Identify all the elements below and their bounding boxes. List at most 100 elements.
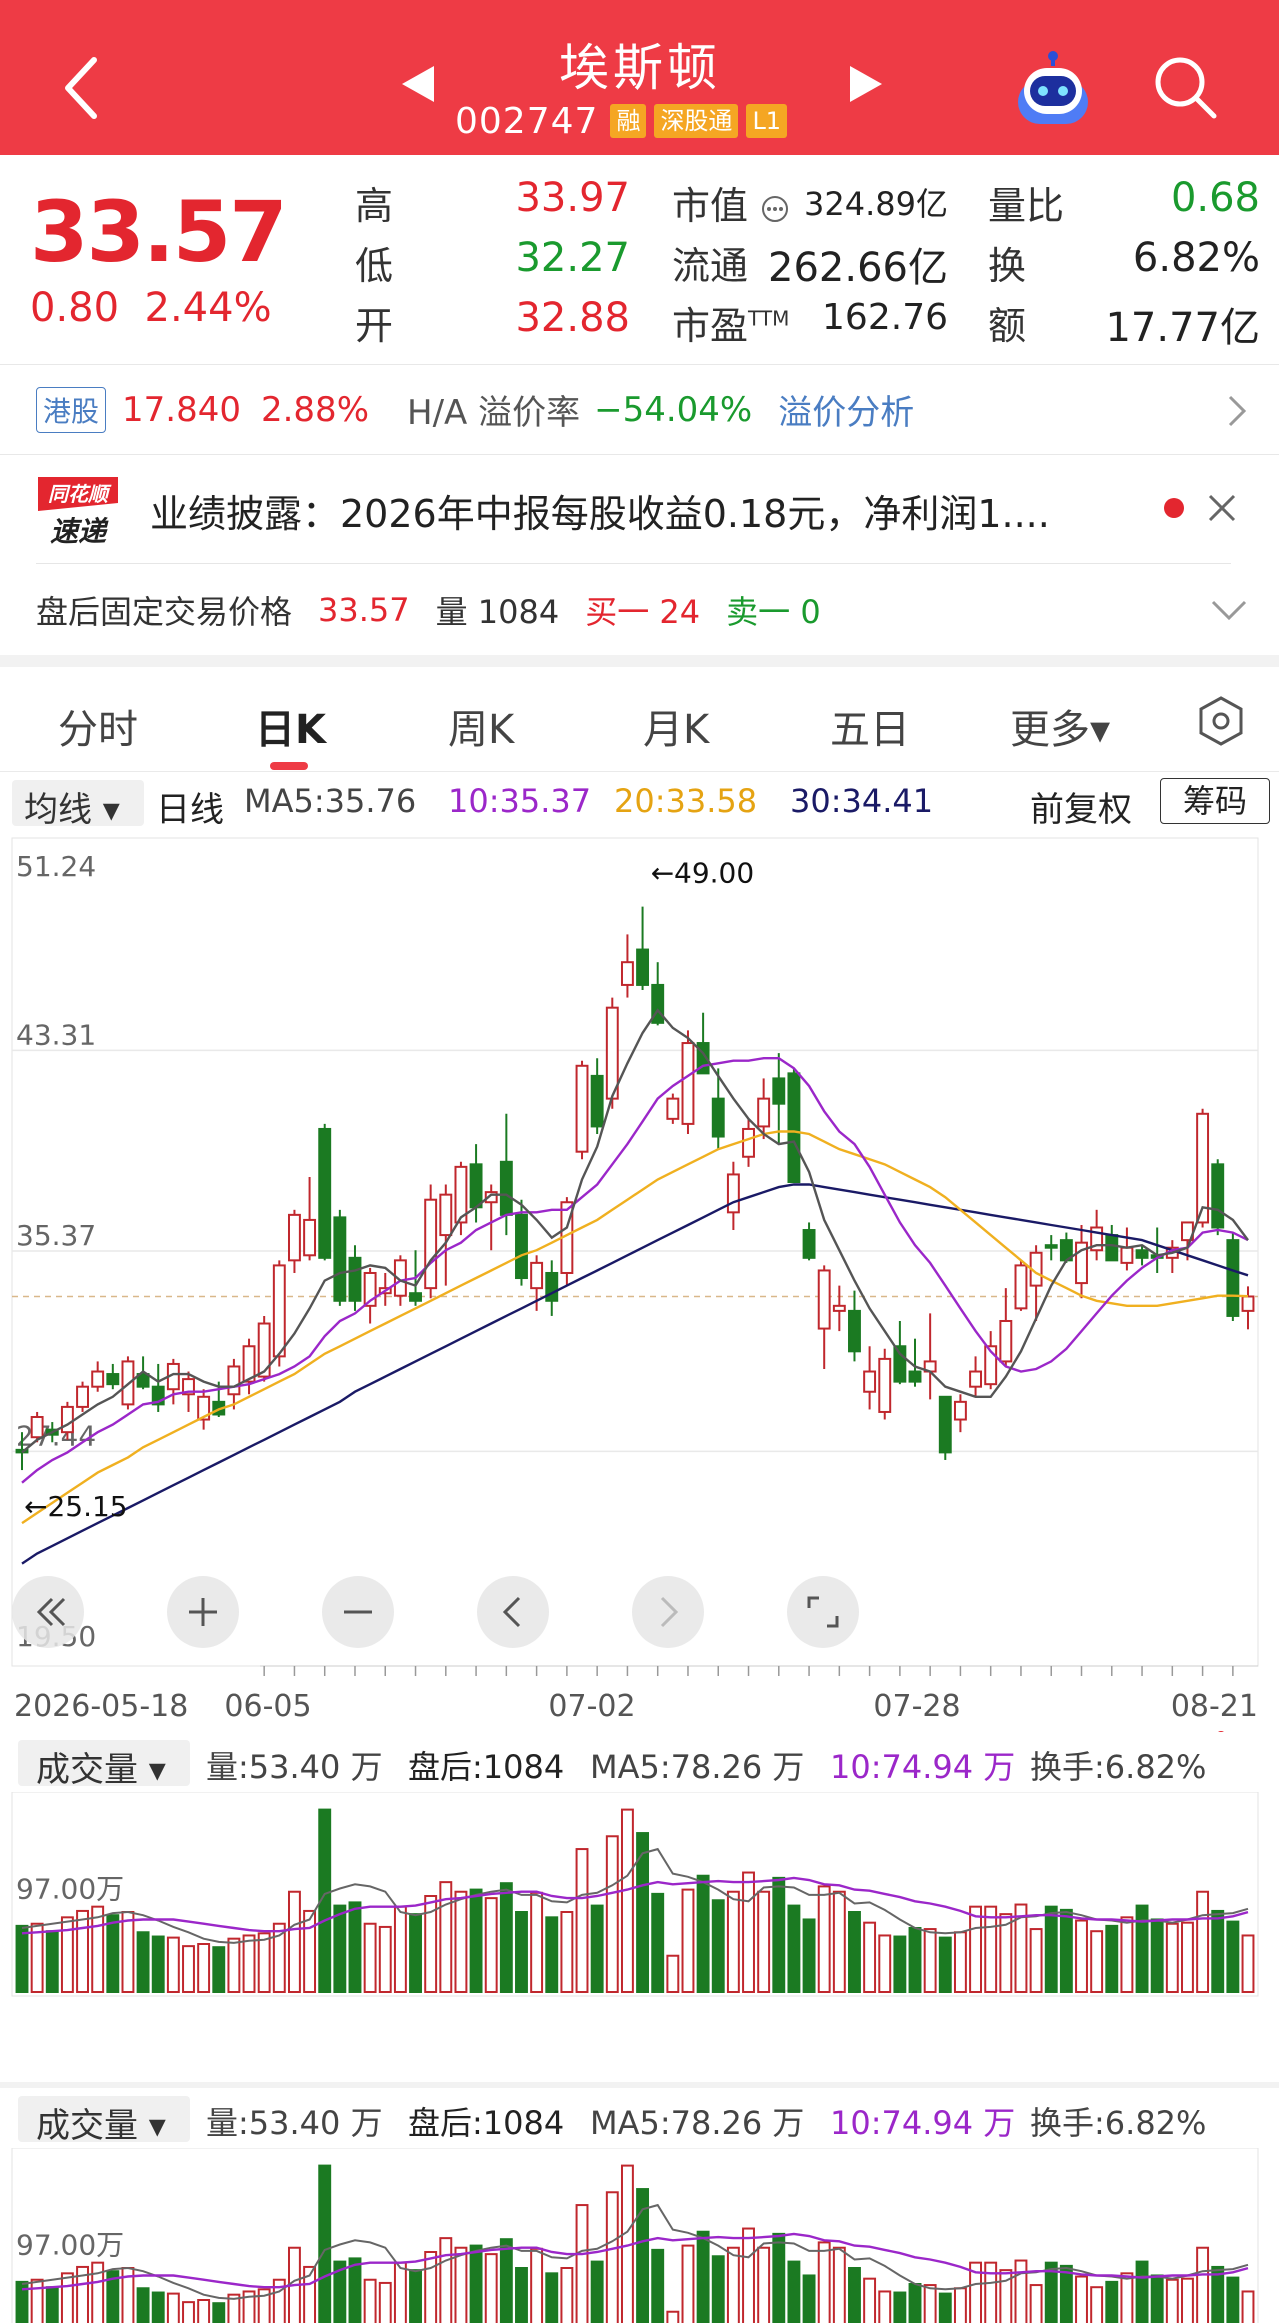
candle[interactable] [666, 1093, 680, 1124]
volume-bar[interactable] [515, 2267, 528, 2323]
volume-bar[interactable] [484, 1897, 498, 1993]
volume-bar[interactable] [938, 1936, 952, 1994]
prev-stock-icon[interactable] [398, 62, 438, 106]
volume-bar[interactable] [832, 2246, 846, 2323]
volume-bar[interactable] [303, 1909, 317, 1993]
volume-bar[interactable] [1029, 2284, 1043, 2323]
volume-bar[interactable] [378, 2281, 392, 2323]
volume-bar[interactable] [590, 1904, 604, 1993]
tab-five-day[interactable]: 五日 [830, 697, 910, 755]
settings-hexagon-icon[interactable] [1195, 695, 1247, 747]
volume-selector-label[interactable]: 成交量 ▾ [36, 2098, 166, 2147]
volume-bar[interactable] [1241, 2290, 1255, 2323]
volume-bar[interactable] [287, 1890, 301, 1993]
candle[interactable] [1014, 1260, 1028, 1311]
volume-bar[interactable] [953, 1931, 967, 1993]
volume-bar[interactable] [953, 2287, 967, 2323]
candle[interactable] [333, 1209, 347, 1306]
volume-bar[interactable] [333, 1904, 347, 1993]
volume-bar[interactable] [212, 2302, 226, 2323]
chevron-down-icon[interactable] [1209, 598, 1249, 622]
news-text[interactable]: 业绩披露：2026年中报每股收益0.18元，净利润1.... [150, 483, 1050, 538]
volume-bar[interactable] [1226, 1920, 1240, 1994]
candle[interactable] [575, 1060, 589, 1160]
volume-bar[interactable] [15, 1924, 29, 1993]
chevron-right-icon[interactable] [1225, 393, 1249, 429]
candle[interactable] [923, 1313, 937, 1400]
candle[interactable] [166, 1358, 180, 1405]
volume-bar[interactable] [484, 2253, 498, 2323]
candle[interactable] [363, 1267, 377, 1324]
volume-bar[interactable] [1241, 1934, 1255, 1993]
tab-monthly-k[interactable]: 月K [643, 697, 709, 755]
volume-bar[interactable] [76, 1909, 89, 1993]
volume-bars[interactable]: 97.00万 [0, 2148, 1279, 2323]
candle[interactable] [878, 1348, 892, 1420]
indicator-selector-label[interactable]: 均线 ▾ [24, 782, 120, 831]
volume-bar[interactable] [863, 2277, 877, 2323]
volume-bar[interactable] [923, 2284, 937, 2323]
candle[interactable] [863, 1346, 877, 1410]
volume-bars[interactable]: 97.00万 [0, 1792, 1279, 2072]
volume-selector-label[interactable]: 成交量 ▾ [36, 1742, 166, 1791]
volume-bar[interactable] [1165, 1922, 1179, 1994]
volume-bar[interactable] [696, 1874, 710, 1993]
assistant-robot-icon[interactable] [1012, 50, 1094, 130]
volume-bar[interactable] [848, 2267, 861, 2323]
candle[interactable] [832, 1285, 846, 1332]
volume-bar[interactable] [908, 1927, 922, 1993]
candle[interactable] [1044, 1235, 1058, 1261]
volume-bar[interactable] [363, 1922, 377, 1994]
candle[interactable] [802, 1222, 816, 1261]
candlestick-chart[interactable]: 51.2443.3135.3727.4419.50←49.00←25.15202… [0, 832, 1279, 1732]
volume-bar[interactable] [197, 2299, 211, 2323]
candle[interactable] [1075, 1224, 1088, 1299]
volume-bar[interactable] [469, 1888, 483, 1993]
volume-bar[interactable] [545, 1916, 559, 1993]
next-stock-icon[interactable] [846, 62, 886, 106]
volume-bar[interactable] [575, 1848, 589, 1993]
candle[interactable] [303, 1176, 317, 1261]
volume-bar[interactable] [257, 1932, 271, 1993]
chip-distribution-button[interactable]: 筹码 [1160, 778, 1270, 824]
volume-bar[interactable] [136, 2287, 150, 2323]
candle[interactable] [817, 1265, 831, 1370]
candle[interactable] [787, 1068, 801, 1184]
volume-bar[interactable] [197, 1943, 211, 1993]
candle[interactable] [590, 1058, 604, 1135]
volume-bar[interactable] [1165, 2278, 1179, 2323]
volume-bar[interactable] [742, 1871, 755, 1993]
candle[interactable] [999, 1288, 1013, 1367]
volume-bar[interactable] [908, 2283, 922, 2323]
volume-bar[interactable] [726, 2246, 740, 2323]
volume-bar[interactable] [1181, 2277, 1194, 2323]
volume-bar[interactable] [1014, 2259, 1028, 2323]
volume-bar[interactable] [1075, 1919, 1088, 1994]
volume-bar[interactable] [681, 2244, 695, 2323]
volume-bar[interactable] [757, 2246, 771, 2323]
volume-bar[interactable] [182, 2301, 195, 2323]
volume-bar[interactable] [1135, 1904, 1149, 1993]
chevron-right-icon[interactable] [632, 1576, 704, 1648]
candle[interactable] [424, 1184, 438, 1299]
volume-bar[interactable] [605, 2191, 619, 2323]
double-chevron-left-icon[interactable] [12, 1576, 84, 1648]
volume-bar[interactable] [454, 2246, 468, 2323]
volume-bar[interactable] [620, 1808, 634, 1993]
candle[interactable] [318, 1123, 332, 1261]
candle[interactable] [984, 1331, 998, 1390]
volume-bar[interactable] [212, 1946, 226, 1993]
volume-bar[interactable] [1105, 2280, 1119, 2323]
volume-bar[interactable] [409, 1913, 422, 1993]
chevron-left-icon[interactable] [477, 1576, 549, 1648]
volume-bar[interactable] [984, 2261, 998, 2323]
volume-bar[interactable] [545, 2272, 559, 2323]
volume-bar[interactable] [772, 2232, 786, 2323]
volume-bar[interactable] [424, 2251, 438, 2323]
volume-bar[interactable] [711, 2255, 725, 2323]
volume-bar[interactable] [393, 2261, 407, 2323]
volume-bar[interactable] [817, 2241, 831, 2323]
close-icon[interactable] [1204, 490, 1240, 526]
volume-bar[interactable] [681, 1888, 695, 1993]
volume-bar[interactable] [1196, 2246, 1210, 2323]
